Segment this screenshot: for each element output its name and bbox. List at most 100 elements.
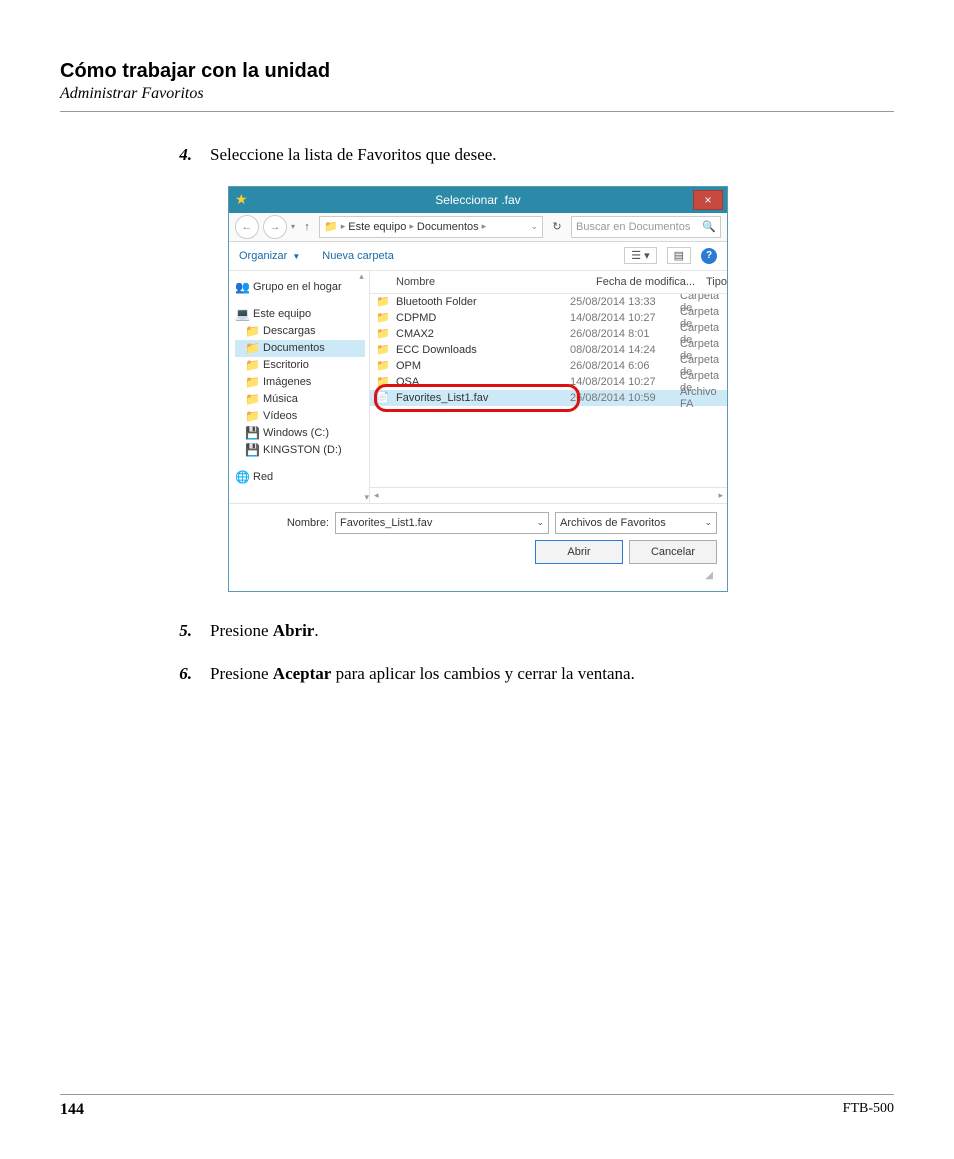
- refresh-button[interactable]: ↻: [547, 220, 567, 233]
- page-number: 144: [60, 1101, 84, 1119]
- folder-icon: 📁: [370, 295, 396, 308]
- column-name[interactable]: Nombre: [370, 276, 596, 288]
- view-mode-button[interactable]: ☰ ▾: [624, 247, 656, 264]
- tree-item-cdrive[interactable]: 💾Windows (C:): [235, 425, 365, 442]
- file-date: 08/08/2014 14:24: [570, 344, 680, 356]
- file-row[interactable]: 📁CMAX226/08/2014 8:01Carpeta de: [370, 326, 727, 342]
- step-6: 6. Presione Aceptar para aplicar los cam…: [60, 661, 894, 687]
- filetype-select[interactable]: Archivos de Favoritos ⌄: [555, 512, 717, 534]
- organize-menu[interactable]: Organizar ▼: [239, 250, 300, 262]
- file-icon: 📄: [370, 391, 396, 404]
- tree-item-downloads[interactable]: 📁Descargas: [235, 323, 365, 340]
- file-row[interactable]: 📁OSA14/08/2014 10:27Carpeta de: [370, 374, 727, 390]
- breadcrumb-item[interactable]: Documentos: [417, 221, 479, 233]
- search-input[interactable]: Buscar en Documentos 🔍: [571, 216, 721, 238]
- arrow-up-icon: ↑: [304, 221, 310, 233]
- folder-icon: 📁: [245, 359, 259, 371]
- section-subtitle: Administrar Favoritos: [60, 85, 894, 103]
- file-row[interactable]: 📁ECC Downloads08/08/2014 14:24Carpeta de: [370, 342, 727, 358]
- column-date[interactable]: Fecha de modifica...: [596, 276, 706, 288]
- file-date: 26/08/2014 6:06: [570, 360, 680, 372]
- tree-item-music[interactable]: 📁Música: [235, 391, 365, 408]
- file-name: Bluetooth Folder: [396, 296, 570, 308]
- new-folder-button[interactable]: Nueva carpeta: [322, 250, 394, 262]
- tree-item-thispc[interactable]: 💻Este equipo: [235, 306, 365, 323]
- column-type[interactable]: Tipo: [706, 276, 727, 288]
- close-button[interactable]: ×: [693, 190, 723, 210]
- scroll-right-icon: ▸: [718, 490, 723, 501]
- file-date: 25/08/2014 13:33: [570, 296, 680, 308]
- tree-item-homegroup[interactable]: 👥Grupo en el hogar: [235, 279, 365, 296]
- search-placeholder: Buscar en Documentos: [576, 221, 702, 233]
- file-name: CDPMD: [396, 312, 570, 324]
- scroll-down-icon[interactable]: ▾: [364, 492, 369, 503]
- chevron-right-icon: ▸: [409, 221, 414, 232]
- tree-item-ddrive[interactable]: 💾KINGSTON (D:): [235, 442, 365, 459]
- breadcrumb-dropdown-icon[interactable]: ⌄: [530, 221, 538, 232]
- file-name: CMAX2: [396, 328, 570, 340]
- folder-icon: 📁: [245, 410, 259, 422]
- filename-value: Favorites_List1.fav: [340, 517, 432, 529]
- folder-icon: 📁: [245, 342, 259, 354]
- homegroup-icon: 👥: [235, 281, 249, 293]
- folder-icon: 📁: [370, 327, 396, 340]
- cancel-button[interactable]: Cancelar: [629, 540, 717, 564]
- chevron-down-icon: ⌄: [704, 517, 712, 528]
- forward-button[interactable]: →: [263, 215, 287, 239]
- file-name: ECC Downloads: [396, 344, 570, 356]
- resize-grip-icon[interactable]: ◢: [239, 570, 717, 581]
- file-date: 26/08/2014 8:01: [570, 328, 680, 340]
- file-type: Archivo FA: [680, 386, 727, 410]
- file-open-dialog: ★ Seleccionar .fav × ← → ▾ ↑ 📁 ▸ Este eq…: [228, 186, 728, 592]
- list-view-icon: ☰: [631, 249, 641, 262]
- file-rows: 📁Bluetooth Folder25/08/2014 13:33Carpeta…: [370, 294, 727, 487]
- filename-input[interactable]: Favorites_List1.fav ⌄: [335, 512, 549, 534]
- drive-icon: 💾: [245, 427, 259, 439]
- tree-item-videos[interactable]: 📁Vídeos: [235, 408, 365, 425]
- file-list-pane: Nombre Fecha de modifica... Tipo 📁Blueto…: [370, 271, 727, 503]
- nav-bar: ← → ▾ ↑ 📁 ▸ Este equipo ▸ Documentos ▸ ⌄…: [229, 213, 727, 242]
- step-number: 6.: [60, 661, 210, 687]
- file-row[interactable]: 📄Favorites_List1.fav26/08/2014 10:59Arch…: [370, 390, 727, 406]
- titlebar[interactable]: ★ Seleccionar .fav ×: [229, 187, 727, 213]
- tree-item-network[interactable]: 🌐Red: [235, 469, 365, 486]
- breadcrumb-item[interactable]: Este equipo: [348, 221, 406, 233]
- horizontal-scrollbar[interactable]: ◂ ▸: [370, 487, 727, 503]
- file-name: OPM: [396, 360, 570, 372]
- preview-pane-button[interactable]: ▤: [667, 247, 691, 264]
- search-icon: 🔍: [702, 220, 716, 233]
- open-button[interactable]: Abrir: [535, 540, 623, 564]
- tree-item-desktop[interactable]: 📁Escritorio: [235, 357, 365, 374]
- up-button[interactable]: ↑: [299, 221, 315, 233]
- close-icon: ×: [704, 194, 711, 206]
- recent-dropdown-icon[interactable]: ▾: [291, 222, 295, 231]
- help-button[interactable]: ?: [701, 248, 717, 264]
- step-number: 4.: [60, 142, 210, 168]
- help-icon: ?: [706, 250, 712, 261]
- breadcrumb[interactable]: 📁 ▸ Este equipo ▸ Documentos ▸ ⌄: [319, 216, 543, 238]
- back-button[interactable]: ←: [235, 215, 259, 239]
- column-headers[interactable]: Nombre Fecha de modifica... Tipo: [370, 271, 727, 294]
- tree-scrollbar[interactable]: ▴: [354, 271, 369, 282]
- folder-icon: 📁: [245, 393, 259, 405]
- tree-item-documents[interactable]: 📁Documentos: [235, 340, 365, 357]
- folder-icon: 📁: [370, 359, 396, 372]
- chevron-right-icon: ▸: [482, 221, 487, 232]
- file-row[interactable]: 📁CDPMD14/08/2014 10:27Carpeta de: [370, 310, 727, 326]
- preview-pane-icon: ▤: [674, 249, 684, 262]
- step-text: Seleccione la lista de Favoritos que des…: [210, 142, 894, 168]
- network-icon: 🌐: [235, 471, 249, 483]
- filetype-value: Archivos de Favoritos: [560, 517, 666, 529]
- step-text: Presione Aceptar para aplicar los cambio…: [210, 661, 894, 687]
- file-date: 26/08/2014 10:59: [570, 392, 680, 404]
- folder-icon: 📁: [245, 325, 259, 337]
- file-date: 14/08/2014 10:27: [570, 312, 680, 324]
- file-row[interactable]: 📁Bluetooth Folder25/08/2014 13:33Carpeta…: [370, 294, 727, 310]
- nav-tree[interactable]: ▴ 👥Grupo en el hogar 💻Este equipo 📁Desca…: [229, 271, 370, 503]
- chevron-down-icon: ⌄: [536, 517, 544, 528]
- folder-icon: 📁: [324, 220, 338, 233]
- toolbar: Organizar ▼ Nueva carpeta ☰ ▾ ▤ ?: [229, 242, 727, 271]
- favorites-star-icon: ★: [235, 191, 248, 208]
- file-row[interactable]: 📁OPM26/08/2014 6:06Carpeta de: [370, 358, 727, 374]
- tree-item-pictures[interactable]: 📁Imágenes: [235, 374, 365, 391]
